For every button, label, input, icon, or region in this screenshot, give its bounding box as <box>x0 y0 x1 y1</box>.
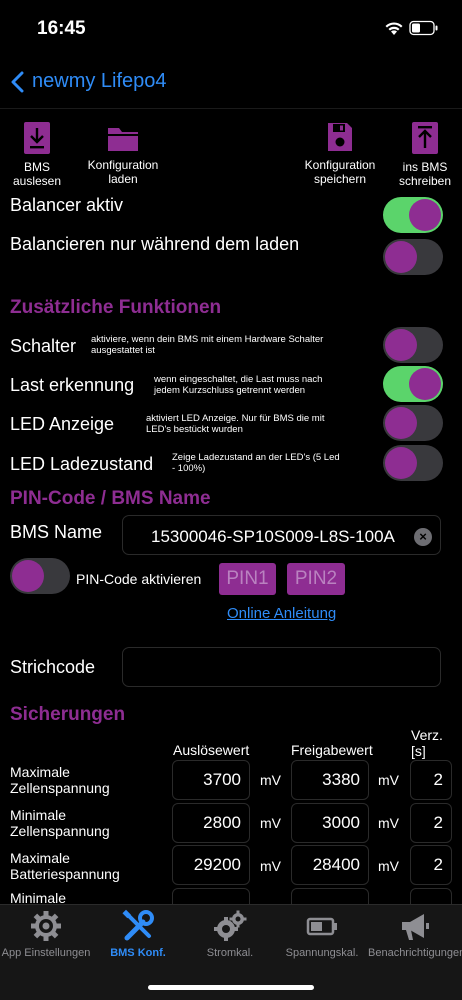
back-button[interactable]: newmy Lifepo4 <box>10 70 167 93</box>
read-bms-label: BMS auslesen <box>12 160 62 188</box>
schalter-toggle[interactable] <box>383 327 443 363</box>
toggle-knob <box>385 447 417 479</box>
extra-section-title: Zusätzliche Funktionen <box>10 297 222 318</box>
pin2-button[interactable]: PIN2 <box>287 563 345 595</box>
col-release-header: Freigabewert <box>291 742 373 758</box>
nav-bar: newmy Lifepo4 <box>0 60 462 108</box>
col-trigger-header: Auslösewert <box>173 742 250 758</box>
pin-toggle[interactable] <box>10 558 70 594</box>
bms-name-label: BMS Name <box>10 522 103 542</box>
unit-label: mV <box>260 815 281 831</box>
write-bms-button[interactable]: ins BMS schreiben <box>394 122 456 188</box>
gears-icon <box>214 910 247 941</box>
schalter-hint: aktiviere, wenn dein BMS mit einem Hardw… <box>91 334 324 356</box>
toolbar: BMS auslesen Konfiguration laden Konfigu… <box>0 122 462 192</box>
tab-current-label: Stromkal. <box>206 947 254 959</box>
led-hint: aktiviert LED Anzeige. Nur für BMS die m… <box>146 413 325 435</box>
megaphone-icon <box>402 914 429 940</box>
limit-row-name: Maximale Batteriespannung <box>10 850 120 882</box>
bms-name-value: 15300046-SP10S009-L8S-100A <box>151 527 395 546</box>
schalter-label: Schalter <box>10 336 77 356</box>
unit-label: mV <box>260 858 281 874</box>
toggle-knob <box>385 329 417 361</box>
read-bms-button[interactable]: BMS auslesen <box>8 122 66 188</box>
trigger-value-field[interactable]: 29200 <box>172 845 250 885</box>
tab-voltage-cal[interactable]: Spannungskal. <box>276 909 368 959</box>
unit-label: mV <box>378 815 399 831</box>
save-config-button[interactable]: Konfiguration speichern <box>298 122 382 186</box>
save-icon <box>328 123 352 151</box>
tab-app-label: App Einstellungen <box>1 947 91 959</box>
release-value-field[interactable]: 28400 <box>291 845 369 885</box>
unit-label: mV <box>378 858 399 874</box>
write-bms-label: ins BMS schreiben <box>398 160 452 188</box>
balancer-toggle[interactable] <box>383 197 443 233</box>
tab-current-cal[interactable]: Stromkal. <box>184 909 276 959</box>
toggle-knob <box>385 241 417 273</box>
gear-icon <box>31 911 61 941</box>
last-label: Last erkennung <box>10 375 135 395</box>
limit-row-name: Minimale Zellenspannung <box>10 807 110 839</box>
toggle-knob <box>12 560 44 592</box>
trigger-value-field[interactable]: 3700 <box>172 760 250 800</box>
tab-bms-label: BMS Konf. <box>110 947 166 959</box>
led-state-label: LED Ladezustand <box>10 454 154 474</box>
wifi-icon <box>385 22 403 35</box>
pin-section-title: PIN-Code / BMS Name <box>10 488 211 509</box>
led-label: LED Anzeige <box>10 414 115 434</box>
toggle-knob <box>409 368 441 400</box>
toggle-knob <box>409 199 441 231</box>
tab-notifications[interactable]: Benachrichtigungen <box>368 909 462 959</box>
sicherungen-section-title: Sicherungen <box>10 704 126 725</box>
home-indicator <box>148 985 314 990</box>
battery-icon <box>306 917 337 936</box>
trigger-value-field[interactable]: 2800 <box>172 803 250 843</box>
led-toggle[interactable] <box>383 405 443 441</box>
pin-toggle-label: PIN-Code aktivieren <box>76 571 202 587</box>
tools-icon <box>122 909 154 941</box>
bms-name-field[interactable]: 15300046-SP10S009-L8S-100A × <box>122 515 441 555</box>
tab-voltage-label: Spannungskal. <box>285 947 359 959</box>
save-config-label: Konfiguration speichern <box>304 158 376 186</box>
unit-label: mV <box>378 772 399 788</box>
status-time: 16:45 <box>37 18 86 39</box>
last-toggle[interactable] <box>383 366 443 402</box>
upload-icon <box>412 122 438 154</box>
release-value-field[interactable]: 3380 <box>291 760 369 800</box>
chevron-left-icon <box>11 71 24 92</box>
led-state-toggle[interactable] <box>383 445 443 481</box>
delay-value-field[interactable]: 2 <box>410 803 452 843</box>
unit-label: mV <box>260 772 281 788</box>
tab-app-settings[interactable]: App Einstellungen <box>0 909 92 959</box>
limit-row-name: Maximale Zellenspannung <box>10 764 110 796</box>
delay-value-field[interactable]: 2 <box>410 760 452 800</box>
strichcode-field[interactable] <box>122 647 441 687</box>
col-delay-header: Verz. [s] <box>411 727 443 759</box>
load-config-button[interactable]: Konfiguration laden <box>82 122 164 186</box>
led-state-hint: Zeige Ladezustand an der LED's (5 Led - … <box>172 452 340 474</box>
download-icon <box>24 122 50 154</box>
release-value-field[interactable]: 3000 <box>291 803 369 843</box>
balance-charge-label: Balancieren nur während dem laden <box>10 234 300 254</box>
pin1-button[interactable]: PIN1 <box>219 563 276 595</box>
toggle-knob <box>385 407 417 439</box>
balancer-label: Balancer aktiv <box>10 195 124 215</box>
delay-value-field[interactable]: 2 <box>410 845 452 885</box>
load-config-label: Konfiguration laden <box>87 158 159 186</box>
online-guide-link[interactable]: Online Anleitung <box>227 605 336 622</box>
strichcode-label: Strichcode <box>10 657 96 677</box>
balance-charge-toggle[interactable] <box>383 239 443 275</box>
last-hint: wenn eingeschaltet, die Last muss nach j… <box>154 374 323 396</box>
clear-icon[interactable]: × <box>414 528 432 546</box>
nav-divider <box>0 108 462 109</box>
battery-icon <box>409 20 438 36</box>
folder-icon <box>108 128 138 151</box>
tab-notifications-label: Benachrichtigungen <box>368 947 462 959</box>
status-bar: 16:45 <box>0 0 462 60</box>
back-label: newmy Lifepo4 <box>32 70 167 92</box>
tab-bms-config[interactable]: BMS Konf. <box>92 909 184 959</box>
